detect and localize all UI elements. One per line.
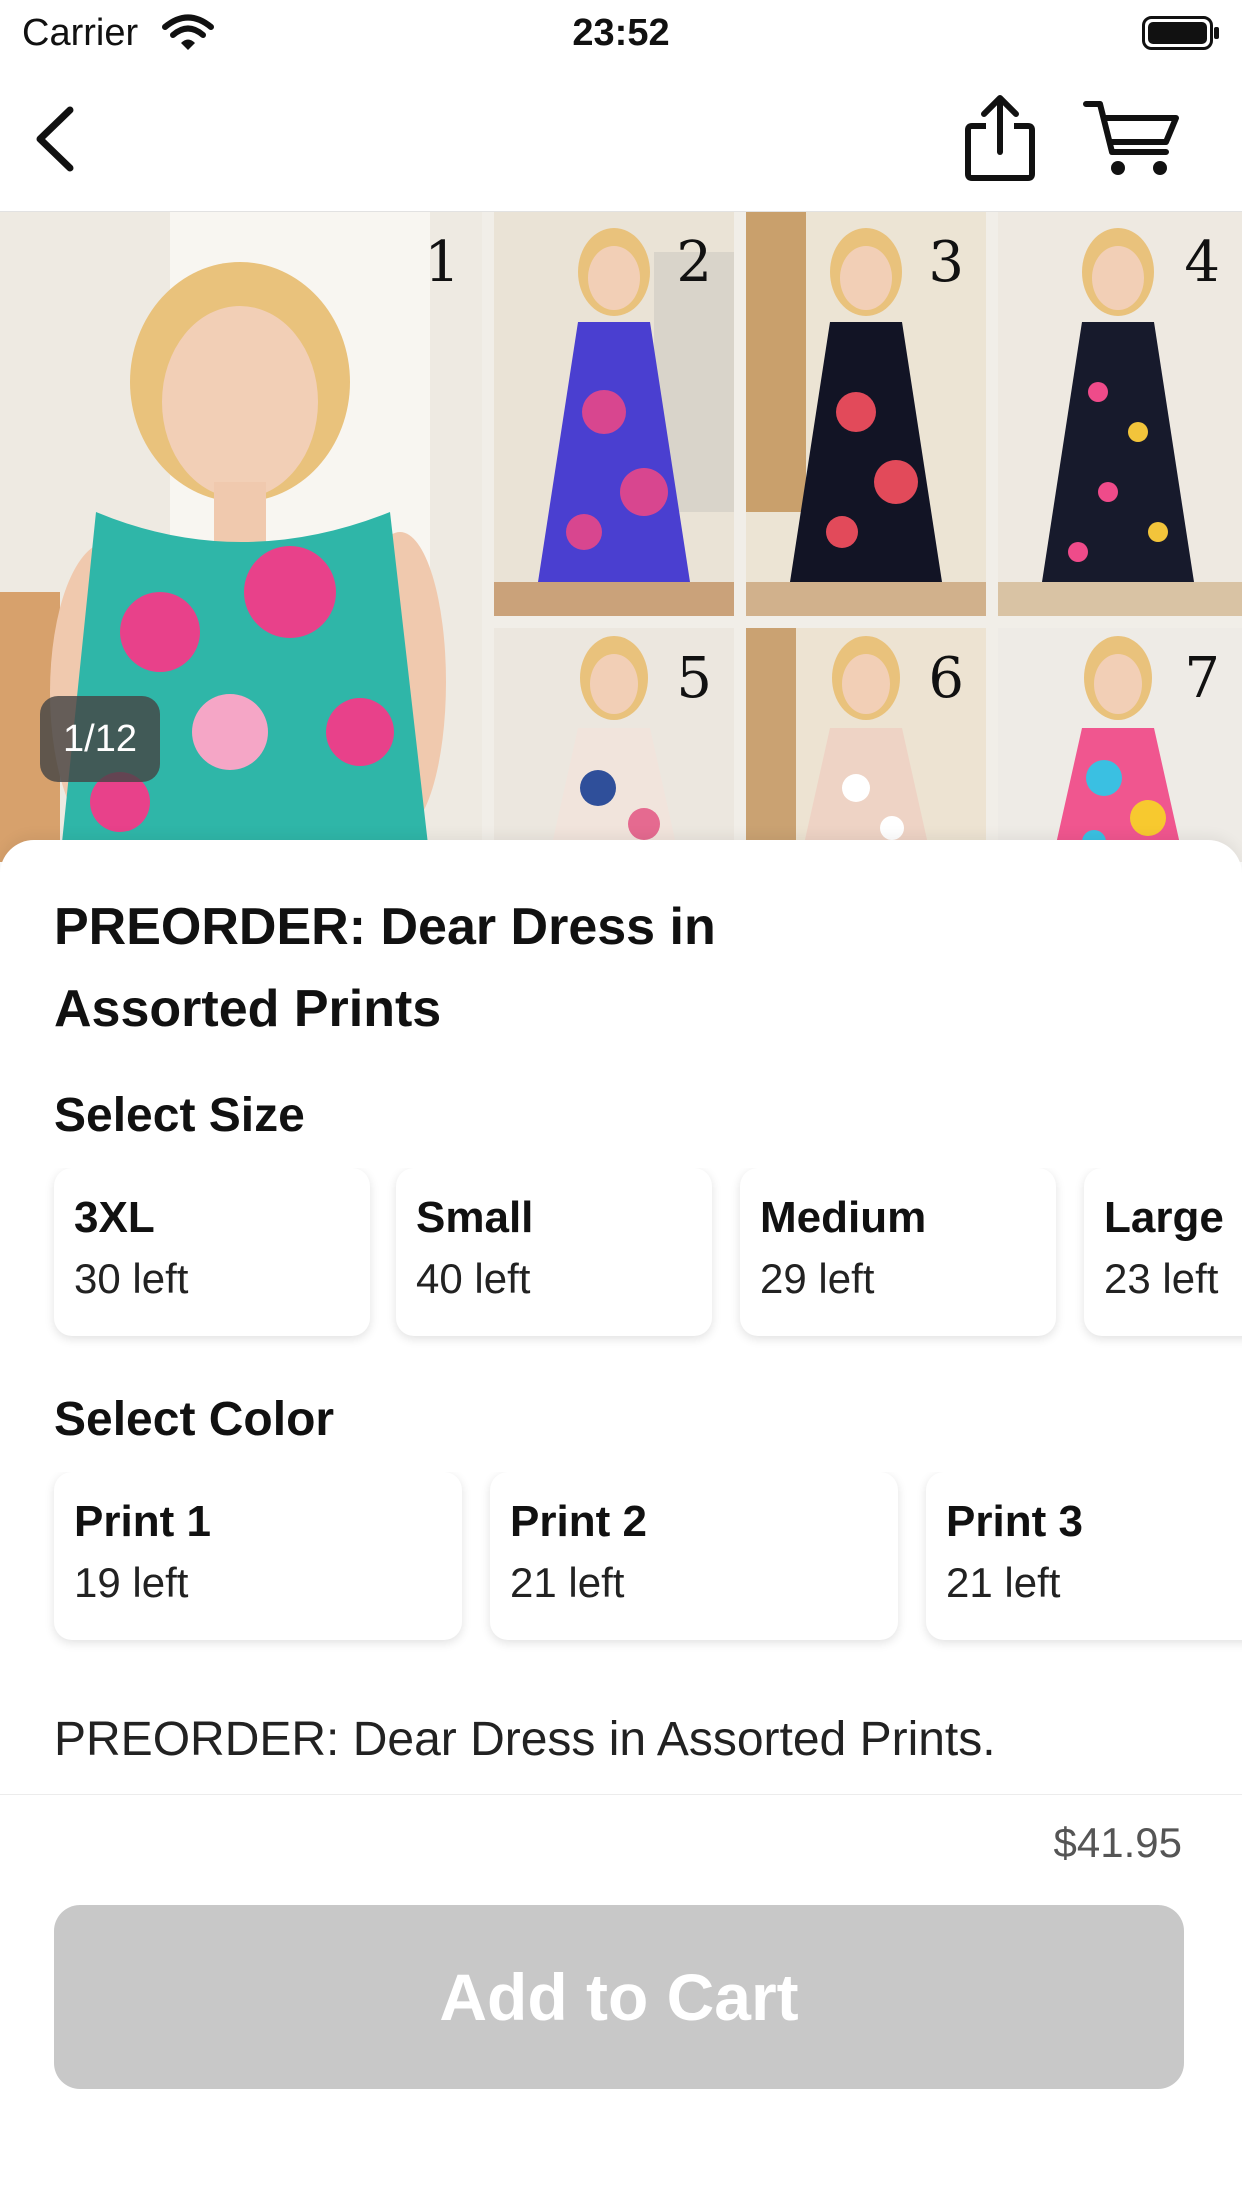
size-option[interactable]: Small 40 left: [396, 1168, 712, 1336]
product-photo-5[interactable]: 5: [494, 628, 734, 862]
color-name: Print 2: [510, 1497, 647, 1546]
page-indicator: 1/12: [40, 696, 160, 782]
photo-number: 5: [676, 646, 712, 711]
share-button[interactable]: [960, 92, 1040, 184]
chevron-left-icon: [36, 106, 74, 172]
color-name: Print 3: [946, 1497, 1083, 1546]
size-options[interactable]: 3XL 30 left Small 40 left Medium 29 left…: [0, 1168, 1242, 1368]
size-option[interactable]: Medium 29 left: [740, 1168, 1056, 1336]
size-option[interactable]: Large 23 left: [1084, 1168, 1242, 1336]
size-stock: 40 left: [416, 1255, 531, 1302]
navigation-bar: [0, 66, 1242, 212]
price-label: $41.95: [1053, 1819, 1182, 1866]
select-color-label: Select Color: [54, 1393, 335, 1446]
product-photo-7[interactable]: 7: [998, 628, 1242, 862]
photo-number: 1: [424, 230, 460, 295]
size-stock: 23 left: [1104, 1255, 1219, 1302]
size-name: 3XL: [74, 1193, 155, 1242]
photo-number: 3: [928, 230, 964, 295]
color-options[interactable]: Print 1 19 left Print 2 21 left Print 3 …: [0, 1472, 1242, 1672]
product-photo-4[interactable]: 4: [998, 212, 1242, 616]
product-photo-3[interactable]: 3: [746, 212, 986, 616]
product-title: PREORDER: Dear Dress in Assorted Prints: [54, 898, 716, 1038]
status-bar: Carrier 23:52: [0, 0, 1242, 66]
size-stock: 29 left: [760, 1255, 875, 1302]
product-photo-6[interactable]: 6: [746, 628, 986, 862]
color-stock: 19 left: [74, 1559, 189, 1606]
product-photo-2[interactable]: 2: [494, 212, 734, 616]
color-option[interactable]: Print 2 21 left: [490, 1472, 898, 1640]
select-size-label: Select Size: [54, 1089, 305, 1142]
color-option[interactable]: Print 1 19 left: [54, 1472, 462, 1640]
battery-icon: [1142, 16, 1220, 50]
size-name: Small: [416, 1193, 534, 1242]
size-name: Medium: [760, 1193, 927, 1242]
purchase-footer: $41.95 Add to Cart: [0, 1794, 1242, 2208]
cart-button[interactable]: [1082, 96, 1182, 180]
size-stock: 30 left: [74, 1255, 189, 1302]
color-stock: 21 left: [510, 1559, 625, 1606]
photo-number: 6: [928, 646, 964, 711]
color-option[interactable]: Print 3 21 left: [926, 1472, 1242, 1640]
photo-number: 4: [1184, 230, 1220, 295]
product-image-gallery[interactable]: 1 2 3 4 5 6 7 1/12: [0, 212, 1242, 862]
photo-number: 2: [676, 230, 712, 295]
size-name: Large: [1104, 1193, 1224, 1242]
cart-icon: [1083, 101, 1179, 175]
back-button[interactable]: [22, 96, 102, 182]
product-description: PREORDER: Dear Dress in Assorted Prints.: [54, 1713, 996, 1766]
clock: 23:52: [572, 12, 670, 54]
share-icon: [965, 95, 1035, 181]
photo-number: 7: [1184, 646, 1220, 711]
color-name: Print 1: [74, 1497, 211, 1546]
size-option[interactable]: 3XL 30 left: [54, 1168, 370, 1336]
color-stock: 21 left: [946, 1559, 1061, 1606]
add-to-cart-button[interactable]: Add to Cart: [54, 1905, 1184, 2089]
